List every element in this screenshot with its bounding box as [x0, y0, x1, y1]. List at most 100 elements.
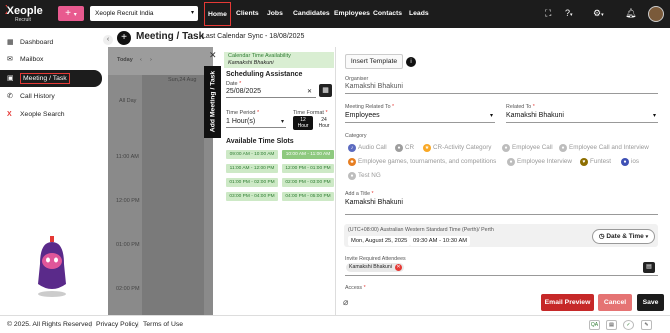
cancel-button[interactable]: Cancel [598, 294, 632, 311]
chevron-down-icon: ▾ [645, 234, 649, 240]
time-period-select[interactable]: 1 Hour(s) ▾ [226, 118, 286, 128]
sidebar-item-xeople-search[interactable]: X Xeople Search [0, 107, 102, 123]
next-arrow-icon[interactable]: › [150, 57, 152, 63]
document-icon[interactable]: ▤ [606, 320, 617, 330]
user-avatar[interactable] [648, 6, 664, 22]
settings-icon[interactable]: ⚙▾ [593, 8, 604, 21]
divider [506, 122, 658, 123]
time-slot[interactable]: 12:00 PM - 01:00 PM [282, 164, 334, 173]
terms-link[interactable]: Terms of Use [143, 316, 183, 333]
remove-icon[interactable]: ✕ [394, 264, 402, 271]
category-employee-call[interactable]: ● Employee Call [502, 144, 553, 152]
category-employee-call-interview[interactable]: ● Employee Call and Interview [559, 144, 649, 152]
calendar-sync-status: Last Calendar Sync - 18/08/2025 [202, 33, 305, 40]
category-cr[interactable]: ● CR [395, 144, 414, 152]
sidebar-item-dashboard[interactable]: ▦ Dashboard [0, 35, 102, 51]
check-icon[interactable]: ✓ [623, 320, 634, 330]
sidebar-item-meeting-task[interactable]: ▣ Meeting / Task [0, 70, 102, 87]
organization-select[interactable]: Xeople Recruit India ▾ [90, 6, 198, 21]
nav-contacts[interactable]: Contacts [373, 0, 402, 28]
scheduling-heading: Scheduling Assistance [226, 71, 303, 78]
time-chip[interactable]: 09:30 AM - 10:30 AM [410, 236, 471, 246]
time-format-12-button[interactable]: 12 Hour [293, 116, 313, 130]
xeople-logo[interactable]: XXeopleRecruit [5, 3, 43, 23]
info-icon[interactable]: i [406, 57, 416, 67]
time-slot[interactable]: 03:00 PM - 04:00 PM [226, 192, 278, 201]
help-icon[interactable]: ?▾ [565, 8, 573, 21]
qa-badge[interactable]: QA [589, 320, 600, 330]
footer-divider: | [90, 321, 92, 328]
available-slots-heading: Available Time Slots [226, 138, 294, 145]
games-icon: ♣ [348, 158, 356, 166]
all-day-label: All Day [119, 98, 137, 104]
category-ios[interactable]: ● ios [621, 158, 639, 166]
assistant-mascot[interactable] [30, 234, 74, 300]
time-slot-selected[interactable]: 10:00 AM - 11:00 AM [282, 150, 334, 159]
add-meeting-drawer-tab[interactable]: Add Meeting / Task [204, 66, 221, 138]
time-format-24-button[interactable]: 24 Hour [314, 116, 334, 130]
day-label: Sun,24 Aug [168, 77, 197, 83]
category-funtest[interactable]: ♥ Funtest [580, 158, 611, 166]
sidebar-collapse-button[interactable]: ‹ [103, 35, 113, 45]
date-label: Date * [226, 81, 242, 87]
email-preview-button[interactable]: Email Preview [541, 294, 594, 311]
mail-icon: ✉ [7, 56, 13, 63]
nav-candidates[interactable]: Candidates [293, 0, 330, 28]
related-to-select[interactable]: Kamakshi Bhakuni ▾ [506, 112, 658, 119]
time-slot[interactable]: 04:00 PM - 05:00 PM [282, 192, 334, 201]
category-audio-call[interactable]: ♪ Audio Call [348, 144, 387, 152]
category-test-ng[interactable]: ● Test NG [348, 172, 381, 180]
nav-leads[interactable]: Leads [409, 0, 429, 28]
quick-add-button[interactable]: + ▾ [58, 6, 84, 21]
edit-icon[interactable]: ✎ [641, 320, 652, 330]
category-employee-interview[interactable]: ● Employee Interview [507, 158, 572, 166]
date-chip[interactable]: Mon, August 25, 2025 [348, 236, 411, 246]
save-button[interactable]: Save [637, 294, 664, 311]
sidebar-item-mailbox[interactable]: ✉ Mailbox [0, 52, 102, 68]
top-bar: XXeopleRecruit + ▾ Xeople Recruit India▾… [0, 0, 670, 28]
time-slot[interactable]: 02:00 PM - 03:00 PM [282, 178, 334, 187]
bell-icon[interactable]: 🔔︎ [625, 8, 636, 19]
sidebar-item-call-history[interactable]: ✆ Call History [0, 89, 102, 105]
nav-clients[interactable]: Clients [236, 0, 259, 28]
app-root: XXeopleRecruit + ▾ Xeople Recruit India▾… [0, 0, 670, 333]
time-slot[interactable]: 09:00 AM - 10:00 AM [226, 150, 278, 159]
calendar-day-column[interactable] [142, 75, 204, 315]
insert-template-button[interactable]: Insert Template [345, 54, 403, 69]
meeting-related-to-label: Meeting Related To * [345, 104, 395, 110]
title-input[interactable]: Kamakshi Bhakuni [345, 199, 403, 206]
category-employee-games[interactable]: ♣ Employee games, tournaments, and compet… [348, 158, 496, 166]
nav-jobs[interactable]: Jobs [267, 0, 283, 28]
calendar-picker-button[interactable]: ▦ [319, 84, 332, 97]
close-icon[interactable]: ✕ [209, 50, 217, 61]
timezone-label[interactable]: (UTC+08:00) Australian Western Standard … [348, 227, 494, 233]
clear-icon[interactable]: ✕ [307, 88, 312, 95]
availability-user: Kamakshi Bhakuni [228, 59, 274, 66]
expand-icon[interactable]: ⛶ [545, 8, 551, 19]
divider [345, 122, 495, 123]
sidebar-item-label: Call History [20, 93, 55, 100]
phone-icon: ✆ [7, 93, 13, 100]
contact-card-button[interactable]: ▤ [643, 262, 655, 273]
privacy-policy-link[interactable]: Privacy Policy [96, 316, 138, 333]
time-label: 01:00 PM [116, 242, 140, 248]
access-label: Access * [345, 285, 366, 291]
date-input[interactable]: 25/08/2025 ✕ [226, 88, 316, 98]
time-label: 02:00 PM [116, 286, 140, 292]
category-cr-activity[interactable]: ★ CR-Activity Category [423, 144, 491, 152]
nav-employees[interactable]: Employees [334, 0, 370, 28]
add-meeting-button[interactable]: + [117, 31, 131, 45]
meeting-related-to-select[interactable]: Employees ▾ [345, 112, 495, 119]
prev-arrow-icon[interactable]: ‹ [140, 57, 142, 63]
employee-call-icon: ● [502, 144, 510, 152]
related-to-label: Related To * [506, 104, 535, 110]
attendee-chip[interactable]: Kamakshi Bhakuni ✕ [346, 263, 404, 272]
attachment-icon[interactable]: ⌀ [343, 297, 348, 308]
time-slot[interactable]: 11:00 AM - 12:00 PM [226, 164, 278, 173]
time-slot[interactable]: 01:00 PM - 02:00 PM [226, 178, 278, 187]
chevron-down-icon: ▾ [489, 113, 493, 119]
nav-home[interactable]: Home [204, 2, 231, 26]
today-button[interactable]: Today [117, 57, 133, 63]
clock-icon: ◷ [598, 233, 605, 240]
date-time-button[interactable]: ◷ Date & Time ▾ [592, 229, 655, 244]
